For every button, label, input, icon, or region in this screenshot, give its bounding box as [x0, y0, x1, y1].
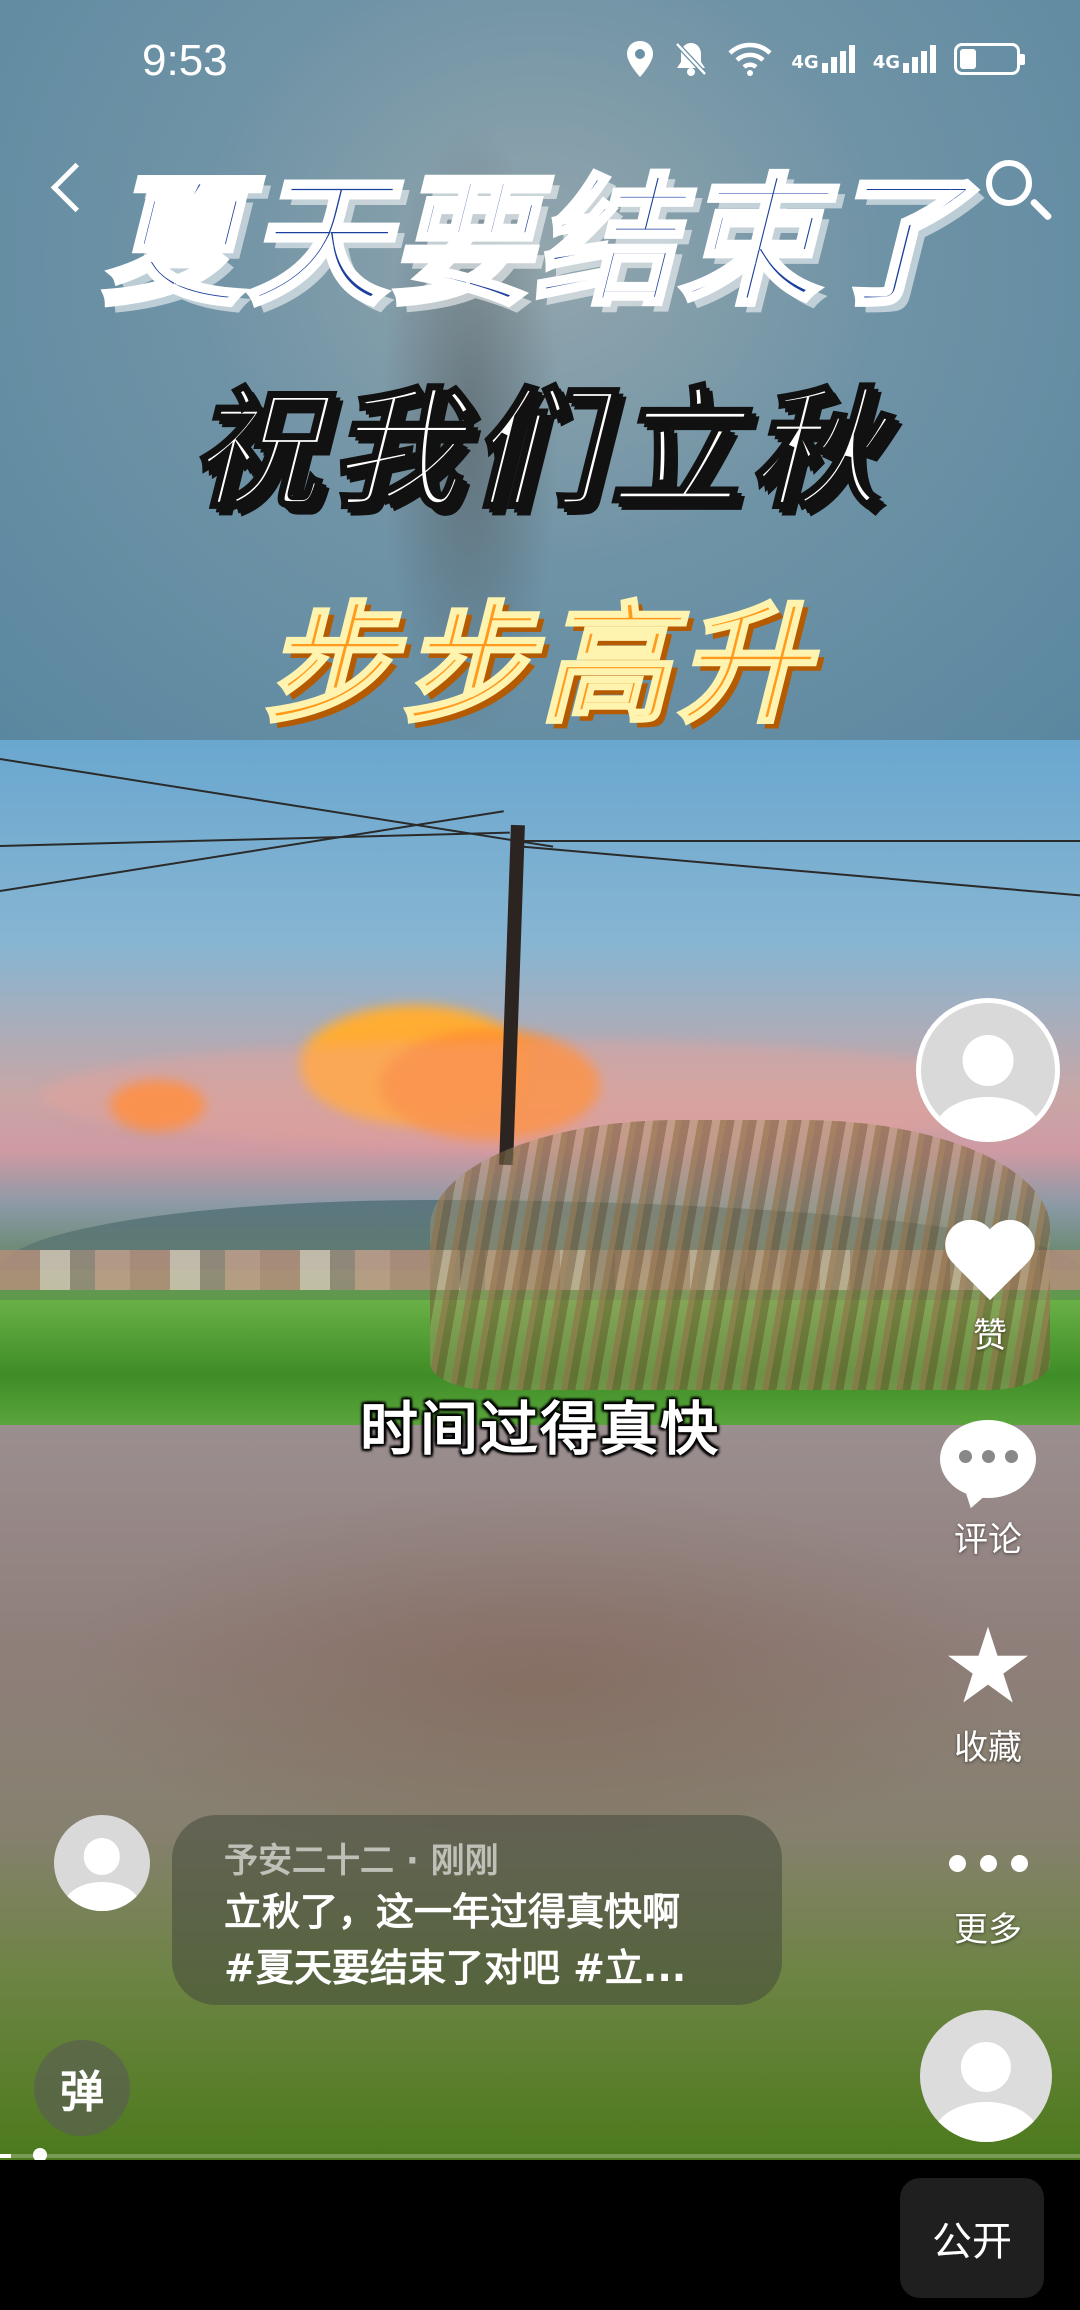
comment-button[interactable]: 评论 — [928, 1420, 1048, 1561]
video-bottom-blur — [0, 1425, 1080, 2160]
battery-icon — [954, 43, 1025, 75]
signal-sim1: 4G — [791, 45, 855, 73]
status-bar: 9:53 4G 4G — [0, 0, 1080, 120]
network-type-2: 4G — [872, 52, 900, 73]
mute-icon — [675, 42, 708, 76]
author-avatar[interactable] — [54, 1815, 150, 1911]
more-icon — [928, 1838, 1048, 1888]
creator-avatar[interactable] — [916, 998, 1060, 1142]
network-type-1: 4G — [791, 52, 819, 73]
location-icon — [627, 41, 654, 77]
signal-sim2: 4G — [873, 45, 936, 73]
wifi-icon — [728, 42, 772, 76]
status-time: 9:53 — [142, 36, 228, 85]
avatar-icon — [54, 1815, 150, 1911]
search-icon[interactable] — [986, 160, 1032, 206]
danmu-toggle-button[interactable]: 弹 — [34, 2040, 130, 2136]
video-progress-bar[interactable] — [0, 2148, 1080, 2160]
avatar-icon — [920, 2010, 1052, 2142]
progress-handle[interactable] — [33, 2148, 47, 2160]
caption-line1: 立秋了，这一年过得真快啊 — [224, 1890, 681, 1934]
like-label: 赞 — [973, 1316, 1007, 1356]
video-screen[interactable]: 9:53 4G 4G 夏天要结束了 祝我们立秋 步步高升 时间过得真快 赞 评论… — [0, 0, 1080, 2160]
my-avatar[interactable] — [920, 2010, 1052, 2142]
caption-meta: 予安二十二 · 刚刚 — [224, 1841, 499, 1881]
more-button[interactable]: 更多 — [928, 1838, 1048, 1951]
favorite-button[interactable]: ★ 收藏 — [928, 1605, 1048, 1769]
video-title-line3: 步步高升 — [262, 588, 816, 743]
favorite-label: 收藏 — [954, 1728, 1022, 1768]
comment-label: 评论 — [954, 1520, 1022, 1560]
video-title-line1: 夏天要结束了 — [100, 160, 967, 328]
heart-icon — [945, 1222, 1035, 1302]
like-button[interactable]: 赞 — [930, 1222, 1050, 1357]
more-label: 更多 — [954, 1910, 1022, 1950]
public-button[interactable]: 公开 — [900, 2178, 1044, 2298]
progress-fill — [0, 2154, 11, 2158]
video-subtitle: 时间过得真快 — [359, 1395, 720, 1463]
star-icon: ★ — [941, 1605, 1035, 1727]
comment-icon — [940, 1420, 1036, 1498]
avatar-icon — [921, 1003, 1055, 1137]
caption-card[interactable]: 予安二十二 · 刚刚 立秋了，这一年过得真快啊 #夏天要结束了对吧 #立... — [172, 1815, 782, 2005]
video-title-line2: 祝我们立秋 — [188, 373, 890, 528]
caption-line2[interactable]: #夏天要结束了对吧 #立... — [224, 1942, 730, 1994]
